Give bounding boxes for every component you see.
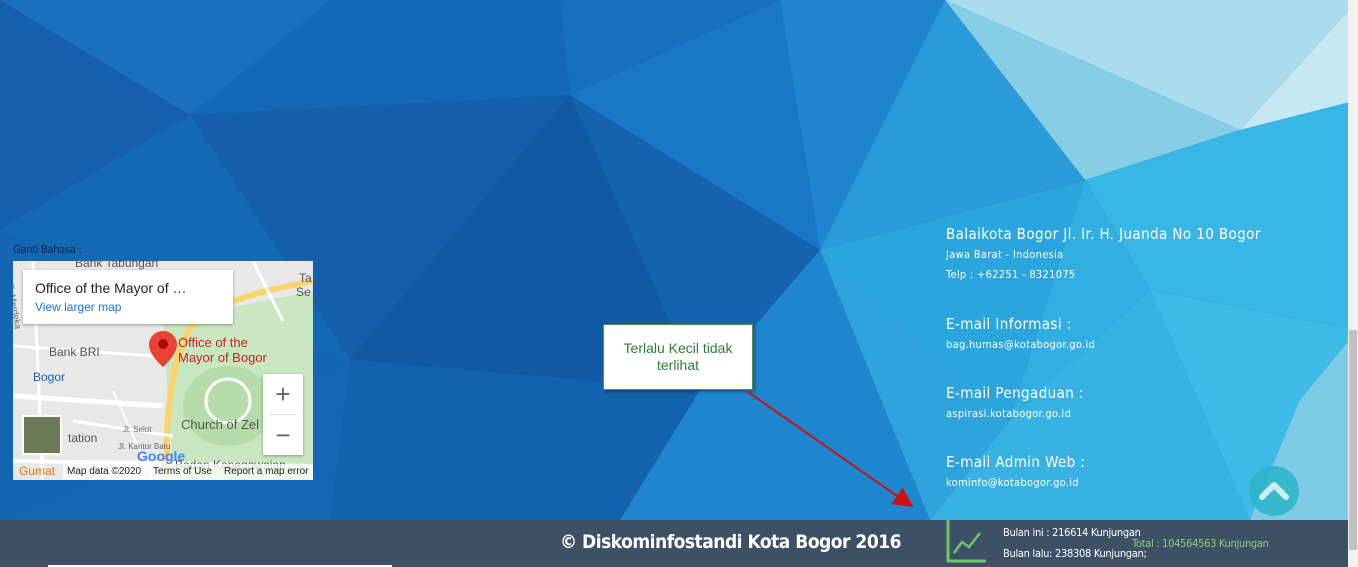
footer-bar: © Diskominfostandi Kota Bogor 2016 Bulan… (0, 520, 1348, 567)
language-label: Ganti Bahasa : (13, 243, 82, 256)
map-label-ta: Ta (299, 271, 312, 285)
embedded-map[interactable]: Bank Tabungan Ta Se Jl. Merdeka Bank BRI… (13, 261, 313, 480)
map-label-church: Church of Zel (181, 417, 260, 432)
map-label-bogor: Bogor (33, 370, 66, 384)
scrollbar[interactable] (1348, 0, 1358, 567)
email-info-link[interactable]: bag.humas@kotabogor.go.id (946, 338, 1095, 351)
map-label-tation: tation (68, 431, 98, 445)
email-admin-label: E-mail Admin Web : (946, 453, 1086, 471)
callout-line1: Terlalu Kecil tidak (623, 340, 733, 356)
terms-link[interactable]: Terms of Use (153, 466, 212, 477)
annotation-callout: Terlalu Kecil tidak terlihat (603, 324, 753, 390)
visits-last-month: Bulan lalu: 238308 Kunjungan; (1003, 547, 1147, 560)
copyright-text: © Diskominfostandi Kota Bogor 2016 (560, 531, 902, 553)
map-label-bank-tabungan: Bank Tabungan (75, 261, 159, 270)
view-larger-map-link[interactable]: View larger map (35, 300, 121, 314)
email-complaint-link[interactable]: aspirasi.kotabogor.go.id (946, 407, 1071, 420)
line-chart-icon (946, 520, 986, 563)
address-text: Balaikota Bogor Jl. Ir. H. Juanda No 10 … (946, 225, 1261, 243)
email-info-label: E-mail Informasi : (946, 315, 1072, 333)
callout-line2: terlihat (656, 357, 700, 373)
map-label-se: Se (296, 285, 311, 299)
map-pin-label-line1: Office of the (178, 335, 248, 350)
map-label-selot: Jl. Selot (123, 425, 152, 434)
report-error-link[interactable]: Report a map error (224, 466, 308, 477)
zoom-out-button[interactable]: − (263, 415, 303, 455)
visits-total: Total : 104564563 Kunjungan (1132, 537, 1269, 550)
email-admin-link[interactable]: kominfo@kotabogor.go.id (946, 476, 1079, 489)
place-card: Office of the Mayor of … View larger map (23, 270, 233, 324)
phone-text: Telp : +62251 - 8321075 (946, 268, 1076, 281)
email-complaint-label: E-mail Pengaduan : (946, 384, 1084, 402)
back-to-top-button[interactable] (1249, 466, 1299, 516)
chevron-up-icon (1259, 482, 1289, 500)
zoom-in-button[interactable]: + (263, 374, 303, 414)
zoom-controls: + − (263, 374, 303, 455)
satellite-toggle[interactable] (22, 415, 62, 455)
scrollbar-thumb[interactable] (1349, 330, 1357, 550)
region-text: Jawa Barat - Indonesia (946, 248, 1064, 261)
map-label-bank-bri: Bank BRI (49, 345, 100, 359)
map-attribution: Map data ©2020 Terms of Use Report a map… (13, 464, 313, 480)
map-pin-icon[interactable] (149, 331, 177, 367)
google-logo: Google (137, 448, 186, 464)
place-title: Office of the Mayor of … (35, 280, 187, 296)
map-pin-label-line2: Mayor of Bogor (178, 350, 267, 365)
map-data-text: Map data ©2020 (67, 466, 142, 477)
visits-this-month: Bulan ini : 216614 Kunjungan (1003, 526, 1141, 539)
